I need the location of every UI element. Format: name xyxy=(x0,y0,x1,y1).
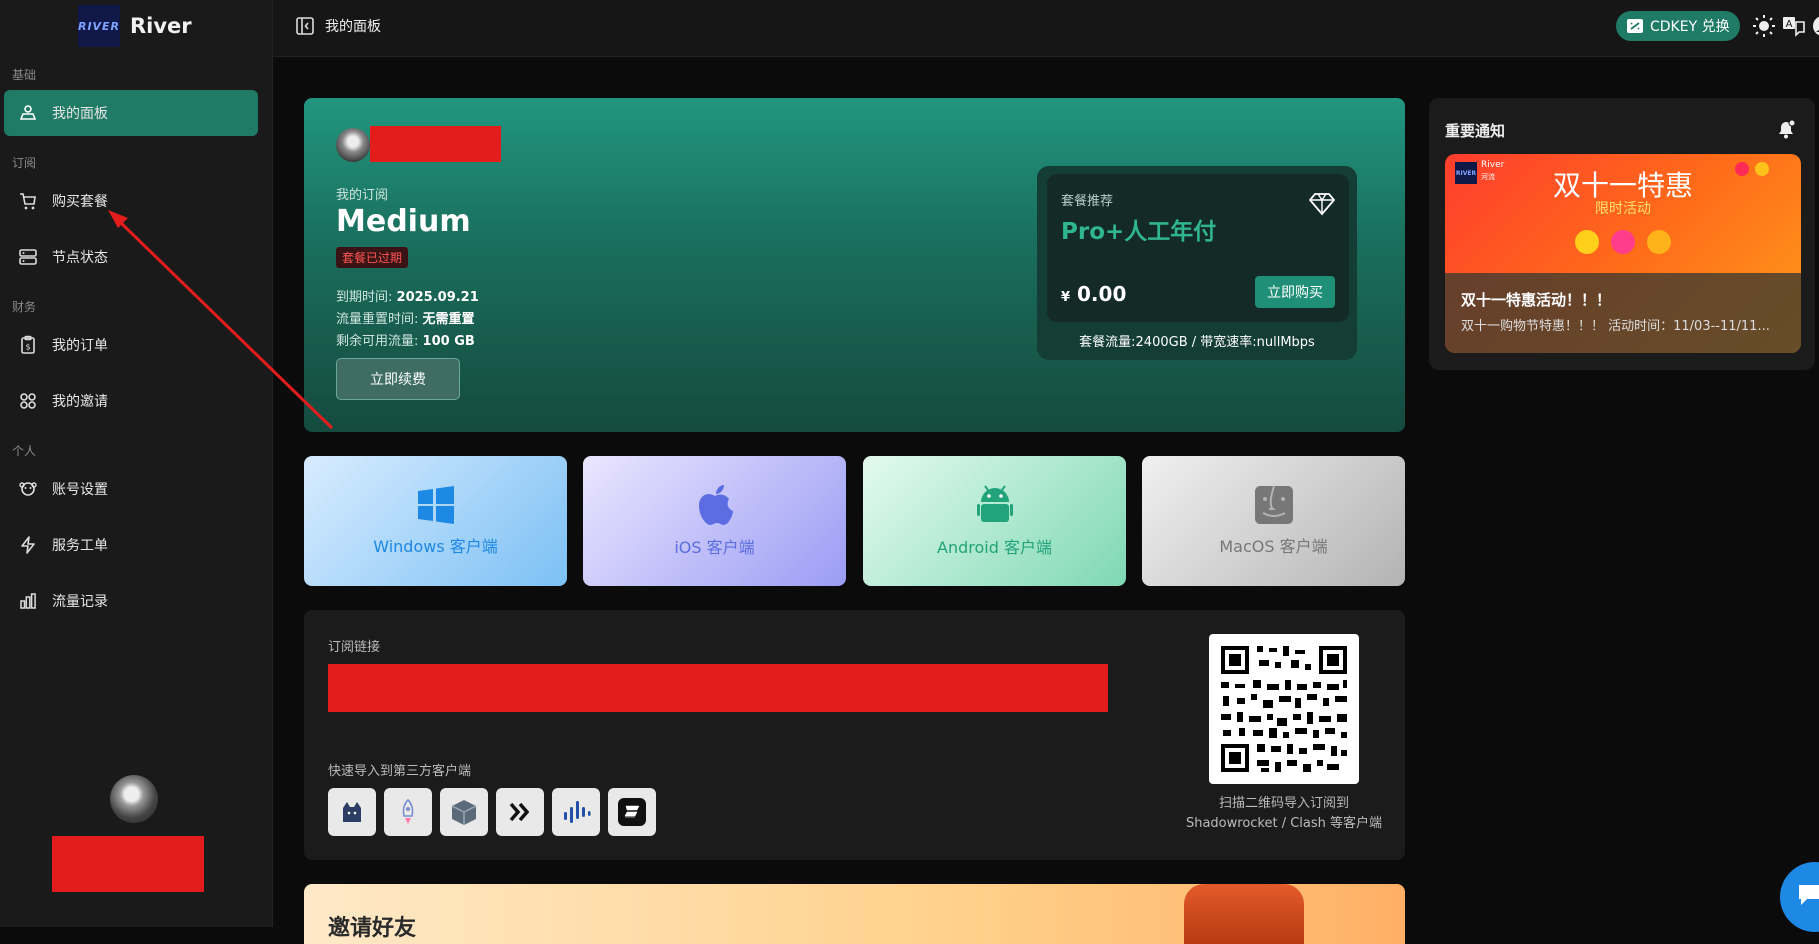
invite-illustration xyxy=(1184,884,1304,944)
subscribe-link-label: 订阅链接 xyxy=(328,640,381,655)
banner-decor-dot xyxy=(1735,162,1749,176)
rocket-icon xyxy=(402,798,414,824)
macos-client-card[interactable]: MacOS 客户端 xyxy=(1142,456,1405,586)
banner-caption: 双十一特惠活动！！！ 双十一购物节特惠！！！ 活动时间：11/03--11/11… xyxy=(1445,273,1801,353)
clash-import-button[interactable] xyxy=(328,788,376,836)
banner-subtitle: 限时活动 xyxy=(1595,201,1651,217)
qr-caption-line1: 扫描二维码导入订阅到 xyxy=(1218,796,1349,811)
notice-item-desc: 双十一购物节特惠！！！ 活动时间：11/03--11/11... xyxy=(1461,319,1770,334)
qr-code-graphic xyxy=(1221,646,1347,772)
client-label: Windows 客户端 xyxy=(373,537,498,556)
android-icon xyxy=(976,485,1013,522)
client-label: iOS 客户端 xyxy=(674,538,755,557)
android-client-card[interactable]: Android 客户端 xyxy=(863,456,1126,586)
apple-icon xyxy=(698,485,733,525)
subscribe-qr-code xyxy=(1209,634,1359,784)
stash-icon xyxy=(618,798,646,826)
banner-decor-dot xyxy=(1755,162,1769,176)
double-chevron-icon xyxy=(509,802,530,822)
windows-icon xyxy=(417,486,454,524)
surge-import-button[interactable] xyxy=(440,788,488,836)
notice-banner[interactable]: RIVER River 河流 双十一特惠 限时活动 双十一特惠活动！！！ 双十一… xyxy=(1445,154,1801,353)
loon-import-button[interactable] xyxy=(608,788,656,836)
tag-icon xyxy=(1575,230,1599,254)
qr-caption-line2: Shadowrocket / Clash 等客户端 xyxy=(1185,816,1383,831)
invite-card: 邀请好友 xyxy=(304,884,1405,944)
notice-item-title: 双十一特惠活动！！！ xyxy=(1461,291,1612,309)
client-label: Android 客户端 xyxy=(937,538,1052,557)
bars-icon xyxy=(564,801,591,823)
qr-caption: 扫描二维码导入订阅到 Shadowrocket / Clash 等客户端 xyxy=(1184,794,1384,834)
quick-import-label: 快速导入到第三方客户端 xyxy=(328,764,472,779)
windows-client-card[interactable]: Windows 客户端 xyxy=(304,456,567,586)
chat-icon xyxy=(1799,885,1819,905)
finder-icon xyxy=(1254,485,1293,524)
ios-client-card[interactable]: iOS 客户端 xyxy=(583,456,846,586)
subscribe-link-card: 订阅链接 快速导入到第三方客户端 扫描二维码导入订阅到 Shadowrocket… xyxy=(304,610,1405,860)
gift-icon xyxy=(1611,230,1635,254)
client-label: MacOS 客户端 xyxy=(1219,537,1328,556)
bell-icon[interactable] xyxy=(1775,118,1797,140)
present-icon xyxy=(1647,230,1671,254)
notice-title: 重要通知 xyxy=(1445,122,1506,140)
quantumult-import-button[interactable] xyxy=(496,788,544,836)
invite-title: 邀请好友 xyxy=(328,916,417,941)
notice-card: 重要通知 RIVER River 河流 双十一特惠 限时活动 双十一特惠活动！！… xyxy=(1429,98,1815,370)
subscribe-link-field[interactable] xyxy=(328,664,1108,712)
stash-import-button[interactable] xyxy=(552,788,600,836)
box-icon xyxy=(451,800,477,825)
shadowrocket-import-button[interactable] xyxy=(384,788,432,836)
cat-icon xyxy=(343,802,361,822)
